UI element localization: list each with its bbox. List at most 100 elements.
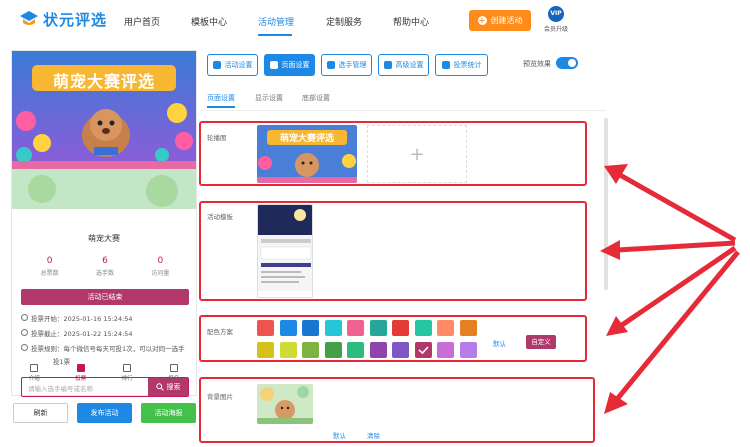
nav-active-indicator xyxy=(258,34,292,36)
template-image xyxy=(258,205,312,297)
arrowhead xyxy=(600,240,620,260)
color-swatch[interactable] xyxy=(392,342,409,358)
arrow-to-background xyxy=(616,250,740,400)
gear-icon xyxy=(212,61,221,69)
tab-intro[interactable]: 介绍 xyxy=(11,364,58,390)
toggle-knob xyxy=(568,59,576,67)
subtab-display-settings[interactable]: 显示设置 xyxy=(255,93,283,103)
activity-name: 萌宠大赛 xyxy=(88,234,120,243)
arrowhead xyxy=(604,392,628,414)
background-clear-link[interactable]: 清除 xyxy=(367,430,380,440)
nav-item-activity[interactable]: 活动管理 xyxy=(258,15,294,28)
vote-end-text: 投票截止：2025-01-22 15:24:54 xyxy=(31,330,133,338)
background-label: 背景图片 xyxy=(207,393,233,401)
color-swatch[interactable] xyxy=(257,342,274,358)
color-swatch[interactable] xyxy=(302,320,319,336)
page-root: 状元评选 用户首页 模板中心 活动管理 定制服务 帮助中心 + 创建活动 VIP… xyxy=(0,0,750,447)
color-custom-button[interactable]: 自定义 xyxy=(526,335,556,349)
tab-label: 排行 xyxy=(121,376,133,382)
preview-toggle-switch[interactable] xyxy=(556,57,578,69)
nav-item-custom[interactable]: 定制服务 xyxy=(326,15,362,28)
scrollbar[interactable] xyxy=(604,118,608,290)
color-swatch[interactable] xyxy=(369,320,387,336)
arrow-to-color xyxy=(620,245,737,328)
color-swatch[interactable] xyxy=(324,342,342,358)
color-swatch[interactable] xyxy=(392,320,409,336)
gear-icon xyxy=(269,61,278,69)
signup-icon xyxy=(169,364,178,372)
carousel-thumb-title: 萌宠大赛评选 xyxy=(279,134,334,144)
color-default-link[interactable]: 默认 xyxy=(493,338,506,348)
logo[interactable]: 状元评选 xyxy=(18,8,107,30)
background-image xyxy=(257,384,313,424)
stat-value: 6 xyxy=(102,256,108,266)
tab-advanced-settings[interactable]: 高级设置 xyxy=(378,54,429,76)
color-swatch[interactable] xyxy=(324,320,342,336)
nav-item-help[interactable]: 帮助中心 xyxy=(393,15,429,28)
users-icon xyxy=(326,61,335,69)
color-swatch[interactable] xyxy=(414,342,432,358)
tab-label: 活动设置 xyxy=(224,61,253,69)
tab-page-settings[interactable]: 页面设置 xyxy=(264,54,315,76)
carousel-thumbnail[interactable]: 萌宠大赛评选 xyxy=(257,125,357,183)
color-swatch[interactable] xyxy=(369,342,387,358)
nav-item-home[interactable]: 用户首页 xyxy=(124,15,160,28)
preview-banner: 萌宠大赛评选 xyxy=(12,51,196,169)
poster-button[interactable]: 活动海报 xyxy=(141,403,196,423)
subtab-page-settings[interactable]: 页面设置 xyxy=(207,93,235,103)
info-icon xyxy=(21,344,28,351)
color-swatch[interactable] xyxy=(302,342,319,358)
check-icon xyxy=(417,346,429,355)
tab-label: 报名 xyxy=(168,376,180,382)
plus-icon: + xyxy=(477,16,487,25)
stat-visits: 0 访问量 xyxy=(133,256,188,284)
create-activity-button[interactable]: + 创建活动 xyxy=(469,10,531,31)
vote-end-info: 投票截止：2025-01-22 15:24:54 xyxy=(21,328,133,338)
color-swatch[interactable] xyxy=(347,320,364,336)
background-default-link[interactable]: 默认 xyxy=(333,430,346,440)
tab-signup[interactable]: 报名 xyxy=(151,364,198,390)
color-swatch[interactable] xyxy=(279,342,297,358)
tab-activity-settings[interactable]: 活动设置 xyxy=(207,54,258,76)
tab-vote[interactable]: 投票 xyxy=(58,364,105,390)
preview-toggle-label: 预览效果 xyxy=(523,60,551,68)
stat-label: 访问量 xyxy=(151,270,170,277)
color-swatch[interactable] xyxy=(437,320,454,336)
publish-button[interactable]: 发布活动 xyxy=(77,403,132,423)
color-swatch[interactable] xyxy=(459,320,477,336)
vote-rule-line-1: 投票规则：每个微信号每天可投1次，可以对同一选手 xyxy=(31,345,185,353)
vote-start-text: 投票开始：2025-01-16 15:24:54 xyxy=(31,315,133,323)
tab-label: 页面设置 xyxy=(281,61,310,69)
background-thumbnail[interactable] xyxy=(257,384,313,424)
vote-start-info: 投票开始：2025-01-16 15:24:54 xyxy=(21,313,133,323)
vote-rule-info: 投票规则：每个微信号每天可投1次，可以对同一选手 投1票 xyxy=(21,343,193,366)
color-swatch[interactable] xyxy=(459,342,477,358)
color-swatch[interactable] xyxy=(257,320,274,336)
subtab-footer-settings[interactable]: 底部设置 xyxy=(302,93,330,103)
tab-label: 投票统计 xyxy=(453,61,482,69)
ranking-icon xyxy=(123,364,132,372)
user-icon xyxy=(76,364,85,372)
color-swatch[interactable] xyxy=(414,320,432,336)
stats-row: 0 总票数 6 选手数 0 访问量 xyxy=(22,256,188,284)
color-swatch[interactable] xyxy=(347,342,364,358)
vip-upgrade[interactable]: VIP 会员升级 xyxy=(543,6,569,33)
activity-ended-button[interactable]: 活动已结束 xyxy=(21,289,189,305)
nav-item-templates[interactable]: 模板中心 xyxy=(191,15,227,28)
stat-total-votes: 0 总票数 xyxy=(22,256,77,284)
clock-icon xyxy=(21,329,28,336)
tab-ranking[interactable]: 排行 xyxy=(104,364,151,390)
plus-icon: + xyxy=(409,143,425,165)
stat-label: 总票数 xyxy=(40,270,59,277)
color-swatch[interactable] xyxy=(279,320,297,336)
banner-title: 萌宠大赛评选 xyxy=(52,72,155,91)
template-thumbnail[interactable] xyxy=(257,204,313,298)
upload-image-button[interactable]: + xyxy=(367,125,467,183)
banner-bottom xyxy=(12,169,196,221)
tab-contestant-management[interactable]: 选手管理 xyxy=(321,54,372,76)
clock-icon xyxy=(21,314,28,321)
stat-value: 0 xyxy=(46,256,53,266)
color-swatch[interactable] xyxy=(437,342,454,358)
tab-vote-stats[interactable]: 投票统计 xyxy=(435,54,488,76)
refresh-button[interactable]: 刷新 xyxy=(13,403,68,423)
